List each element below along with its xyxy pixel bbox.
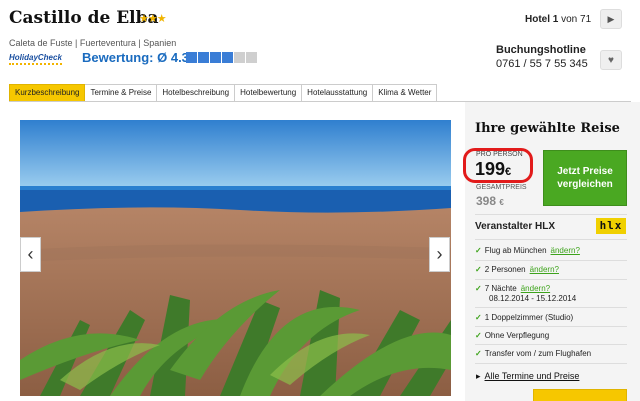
tab-klima-wetter[interactable]: Klima & Wetter (373, 84, 438, 102)
compare-prices-button[interactable]: Jetzt Preise vergleichen (543, 150, 627, 206)
panel-divider (475, 307, 627, 308)
tab-hotelbewertung[interactable]: Hotelbewertung (235, 84, 303, 102)
chevron-right-icon: ▶ (607, 13, 615, 24)
tab-hotelausstattung[interactable]: Hotelausstattung (302, 84, 374, 102)
feature-nights: ✓ 7 Nächte ändern? (475, 284, 550, 293)
operator-label: Veranstalter HLX (475, 221, 556, 232)
feature-transfer: ✓ Transfer vom / zum Flughafen (475, 349, 591, 358)
rating-label: Bewertung: Ø 4.3 (82, 50, 189, 65)
all-dates-link[interactable]: ▸ Alle Termine und Preise (476, 371, 579, 382)
next-hotel-button[interactable]: ▶ (600, 9, 622, 29)
hotel-pager-total: von 71 (558, 14, 592, 25)
beach-landscape-image (20, 120, 451, 396)
hotline-label: Buchungshotline (496, 44, 586, 56)
feature-board: ✓ Ohne Verpflegung (475, 331, 549, 340)
tab-hotelbeschreibung[interactable]: Hotelbeschreibung (157, 84, 236, 102)
panel-divider (475, 363, 627, 364)
operator-logo: hlx (596, 218, 626, 234)
gallery-next-button[interactable]: › (429, 237, 450, 272)
change-nights-link[interactable]: ändern? (521, 284, 550, 293)
hotel-stars: ★★★ (139, 13, 167, 25)
feature-text: Transfer vom / zum Flughafen (484, 349, 592, 358)
total-price-label: GESAMTPREIS (476, 184, 527, 191)
tab-kurzbeschreibung[interactable]: Kurzbeschreibung (9, 84, 86, 102)
feature-flight: ✓ Flug ab München ändern? (475, 246, 580, 255)
checkmark-icon: ✓ (475, 349, 482, 358)
panel-title: Ihre gewählte Reise (475, 121, 620, 136)
chevron-right-icon: › (436, 244, 443, 264)
checkmark-icon: ✓ (475, 313, 482, 322)
rating-segment (210, 52, 221, 63)
panel-divider (475, 260, 627, 261)
gallery-prev-button[interactable]: ‹ (20, 237, 41, 272)
total-price-value: 398 (476, 194, 497, 208)
feature-text: 7 Nächte (484, 284, 517, 293)
feature-room: ✓ 1 Doppelzimmer (Studio) (475, 313, 573, 322)
rating-segment (222, 52, 233, 63)
checkmark-icon: ✓ (475, 331, 482, 340)
feature-text: Ohne Verpflegung (484, 331, 550, 340)
rating-bar (186, 52, 257, 63)
hotel-title: Castillo de Elba (9, 8, 159, 28)
panel-divider (475, 279, 627, 280)
checkmark-icon: ✓ (475, 284, 482, 293)
tab-bar: Kurzbeschreibung Termine & Preise Hotelb… (9, 84, 438, 102)
travel-dates: 08.12.2014 - 15.12.2014 (489, 294, 577, 303)
rating-segment (186, 52, 197, 63)
panel-divider (475, 326, 627, 327)
checkmark-icon: ✓ (475, 265, 482, 274)
total-price: 398 € (476, 194, 504, 208)
all-dates-label: Alle Termine und Preise (484, 371, 580, 381)
hotel-location: Caleta de Fuste | Fuerteventura | Spanie… (9, 38, 177, 48)
feature-text: 2 Personen (484, 265, 526, 274)
hotline-number: 0761 / 55 7 55 345 (496, 58, 588, 70)
further-button[interactable] (533, 389, 627, 401)
heart-icon: ♥ (608, 54, 614, 66)
currency-symbol: € (499, 198, 504, 207)
feature-persons: ✓ 2 Personen ändern? (475, 265, 559, 274)
change-flight-link[interactable]: ändern? (551, 246, 580, 255)
holidaycheck-logo[interactable]: HolidayCheck (9, 53, 62, 65)
rating-segment (198, 52, 209, 63)
panel-divider (475, 239, 627, 240)
rating-segment (234, 52, 245, 63)
feature-text: 1 Doppelzimmer (Studio) (484, 313, 574, 322)
favorite-button[interactable]: ♥ (600, 50, 622, 70)
caret-right-icon: ▸ (476, 371, 481, 381)
change-persons-link[interactable]: ändern? (530, 265, 559, 274)
checkmark-icon: ✓ (475, 246, 482, 255)
tab-termine-preise[interactable]: Termine & Preise (85, 84, 158, 102)
panel-divider (475, 344, 627, 345)
rating-segment (246, 52, 257, 63)
chevron-left-icon: ‹ (27, 244, 34, 264)
panel-divider (475, 214, 627, 215)
price-highlight-circle (463, 148, 533, 183)
hotel-photo (20, 120, 451, 396)
feature-text: Flug ab München (484, 246, 547, 255)
hotel-pager-text: Hotel 1 von 71 (525, 14, 591, 25)
hotel-pager-label: Hotel (525, 14, 550, 25)
